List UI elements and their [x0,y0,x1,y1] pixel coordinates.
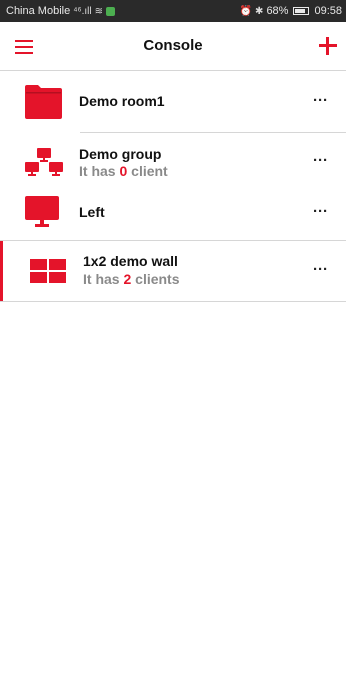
client-count-text: It has 2 clients [83,271,180,287]
item-name: Demo group [79,146,162,162]
item-name: Demo room1 [79,93,165,109]
selection-indicator [0,241,3,302]
list-item[interactable]: Demo group It has 0 client ··· [0,133,346,191]
console-list: Demo room1 ··· Demo group It has 0 clien… [0,72,346,302]
more-options-button[interactable]: ··· [313,261,328,278]
more-options-button[interactable]: ··· [313,203,328,220]
count-prefix: It has [83,271,124,287]
status-bar: China Mobile ⁴⁶.ıll ≋ ⏰ ✱ 68% 09:58 [0,0,346,22]
alarm-icon: ⏰ [239,5,253,17]
carrier-name: China Mobile [6,5,71,17]
list-item-selected[interactable]: 1x2 demo wall It has 2 clients ··· [0,241,346,302]
divider [0,301,346,302]
count-suffix: clients [131,271,180,287]
more-options-button[interactable]: ··· [313,92,328,109]
clock: 09:58 [314,5,342,17]
battery-percent: 68% [266,5,289,17]
list-item[interactable]: Left ··· [0,191,346,241]
monitor-icon [25,196,59,227]
app-header: Console [0,22,346,71]
list-item[interactable]: Demo room1 ··· [0,72,346,133]
bluetooth-icon: ✱ [255,5,264,17]
video-wall-icon [30,259,66,283]
wifi-icon: ≋ [94,5,104,17]
count-suffix: client [127,163,168,179]
plus-icon[interactable] [318,36,338,56]
battery-icon [293,7,310,15]
item-name: Left [79,204,105,220]
item-name: 1x2 demo wall [83,253,178,269]
monitor-group-icon [25,148,63,176]
app-notification-icon [106,6,116,16]
signal-icon: ⁴⁶.ıll [73,5,92,17]
page-title: Console [143,37,203,54]
count-prefix: It has [79,163,120,179]
client-count-text: It has 0 client [79,163,168,179]
folder-icon [25,85,62,119]
more-options-button[interactable]: ··· [313,152,328,169]
